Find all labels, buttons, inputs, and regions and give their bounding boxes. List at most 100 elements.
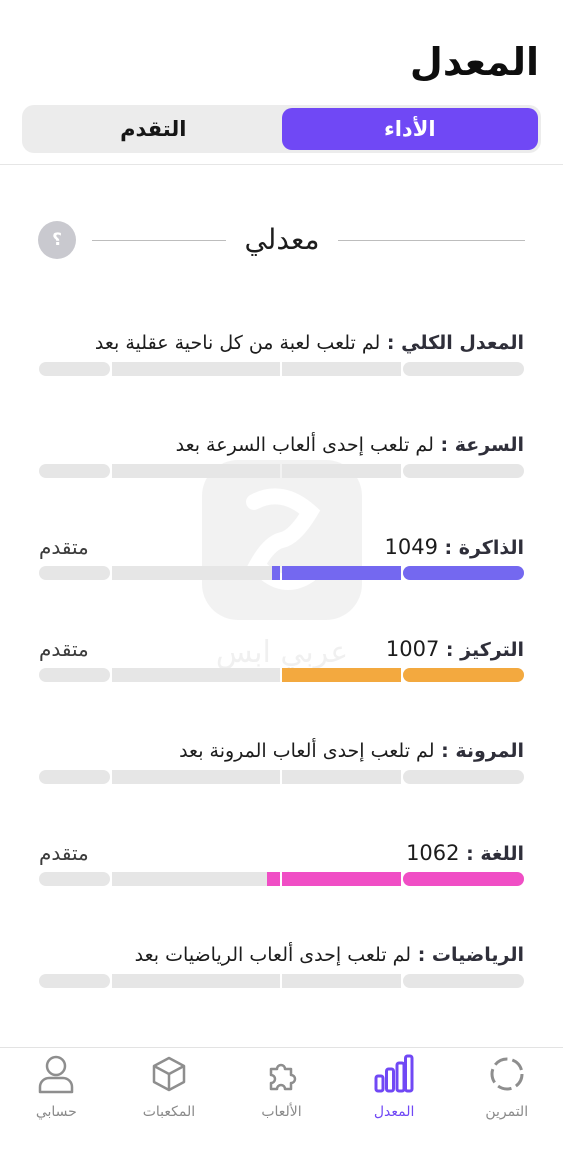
progress-segment (403, 464, 524, 478)
metric-value: لم تلعب إحدى ألعاب السرعة بعد (175, 434, 434, 456)
app-root: المعدل الأداء التقدم عربي ابس معدلي ؟ ال… (0, 0, 563, 1153)
progress-segment (282, 974, 401, 988)
bottom-nav: التمرين المعدل الألعاب المكعبات حسابي (0, 1047, 563, 1153)
metric-value: 1049 (384, 535, 438, 559)
metric-value: لم تلعب لعبة من كل ناحية عقلية بعد (94, 332, 381, 354)
progress-segment (39, 362, 110, 376)
metric-value: 1062 (406, 841, 460, 865)
metric-value: لم تلعب إحدى ألعاب الرياضيات بعد (134, 944, 412, 966)
nav-item-stats[interactable]: المعدل (338, 1048, 451, 1153)
progress-segment (112, 362, 280, 376)
metric-separator: : (433, 434, 455, 456)
metric-row: المعدل الكلي : لم تلعب لعبة من كل ناحية … (0, 327, 563, 397)
progress-segment (112, 668, 280, 682)
metric-separator: : (411, 944, 432, 966)
metric-label: اللغة : 1062 (406, 837, 524, 870)
metric-name: المعدل الكلي (401, 332, 524, 354)
metric-row: التركيز : 1007 متقدم (0, 633, 563, 703)
nav-item-games[interactable]: الألعاب (225, 1048, 338, 1153)
metric-label: السرعة : لم تلعب إحدى ألعاب السرعة بعد (176, 429, 524, 461)
metric-label: التركيز : 1007 (386, 633, 524, 666)
metric-progress-bar (39, 362, 524, 376)
help-button[interactable]: ؟ (38, 221, 76, 259)
metric-separator: : (434, 740, 456, 762)
metric-progress-bar (39, 668, 524, 682)
metric-label: المرونة : لم تلعب إحدى ألعاب المرونة بعد (179, 735, 524, 767)
metric-row: اللغة : 1062 متقدم (0, 837, 563, 907)
metric-name: المرونة (455, 740, 524, 762)
metric-name: اللغة (480, 843, 524, 865)
tab-switcher: الأداء التقدم (22, 105, 541, 153)
nav-label-cubes: المكعبات (142, 1104, 196, 1120)
user-icon (36, 1054, 76, 1094)
metric-progress-bar (39, 974, 524, 988)
metric-progress-bar (39, 872, 524, 886)
metric-name: الذاكرة (458, 537, 524, 559)
progress-segment (403, 770, 524, 784)
nav-item-account[interactable]: حسابي (0, 1048, 113, 1153)
section-title: معدلي (244, 223, 320, 256)
section-header: معدلي ؟ (0, 220, 563, 264)
nav-label-training: التمرين (485, 1104, 529, 1120)
progress-segment (282, 464, 401, 478)
metric-label: الذاكرة : 1049 (384, 531, 524, 564)
metric-label: الرياضيات : لم تلعب إحدى ألعاب الرياضيات… (135, 939, 524, 971)
cube-icon (149, 1054, 189, 1094)
metric-separator: : (437, 537, 459, 559)
section-line-left (92, 240, 226, 241)
metric-value: لم تلعب إحدى ألعاب المرونة بعد (179, 740, 435, 762)
progress-fill (282, 872, 401, 886)
nav-label-games: الألعاب (261, 1104, 302, 1120)
page-title: المعدل (409, 40, 539, 84)
bar-chart-icon (374, 1054, 414, 1094)
progress-segment (39, 770, 110, 784)
progress-fill (403, 668, 524, 682)
progress-segment (112, 974, 280, 988)
progress-segment (39, 464, 110, 478)
progress-segment (39, 566, 110, 580)
progress-segment (282, 770, 401, 784)
progress-fill (282, 566, 401, 580)
training-ring-icon (487, 1054, 527, 1094)
metric-row: السرعة : لم تلعب إحدى ألعاب السرعة بعد (0, 429, 563, 499)
puzzle-icon (262, 1054, 302, 1094)
metric-separator: : (459, 843, 481, 865)
progress-segment (403, 362, 524, 376)
metric-row: الذاكرة : 1049 متقدم (0, 531, 563, 601)
progress-fill (272, 566, 280, 580)
metric-progress-bar (39, 464, 524, 478)
nav-item-cubes[interactable]: المكعبات (113, 1048, 226, 1153)
metric-name: الرياضيات (431, 944, 524, 966)
section-line-right (338, 240, 525, 241)
metric-label: المعدل الكلي : لم تلعب لعبة من كل ناحية … (95, 327, 524, 359)
metric-level: متقدم (39, 535, 89, 559)
progress-fill (403, 872, 524, 886)
metric-name: التركيز (460, 639, 524, 661)
progress-fill (282, 668, 401, 682)
tab-progress[interactable]: التقدم (25, 108, 282, 150)
progress-fill (403, 566, 524, 580)
metric-separator: : (380, 332, 402, 354)
nav-label-account: حسابي (35, 1104, 77, 1120)
nav-item-training[interactable]: التمرين (450, 1048, 563, 1153)
metric-name: السرعة (454, 434, 524, 456)
metric-level: متقدم (39, 841, 89, 865)
progress-segment (112, 464, 280, 478)
progress-segment (39, 872, 110, 886)
tab-performance[interactable]: الأداء (281, 108, 538, 150)
metric-progress-bar (39, 566, 524, 580)
metric-level: متقدم (39, 637, 89, 661)
progress-segment (112, 872, 280, 886)
progress-segment (39, 668, 110, 682)
metric-row: الرياضيات : لم تلعب إحدى ألعاب الرياضيات… (0, 939, 563, 1009)
nav-label-stats: المعدل (373, 1104, 415, 1120)
progress-segment (39, 974, 110, 988)
metric-progress-bar (39, 770, 524, 784)
metric-separator: : (439, 639, 461, 661)
progress-segment (282, 362, 401, 376)
stats-scroll-area[interactable]: عربي ابس معدلي ؟ المعدل الكلي : لم تلعب … (0, 165, 563, 1047)
progress-segment (403, 974, 524, 988)
progress-segment (112, 566, 280, 580)
progress-segment (112, 770, 280, 784)
progress-fill (267, 872, 280, 886)
